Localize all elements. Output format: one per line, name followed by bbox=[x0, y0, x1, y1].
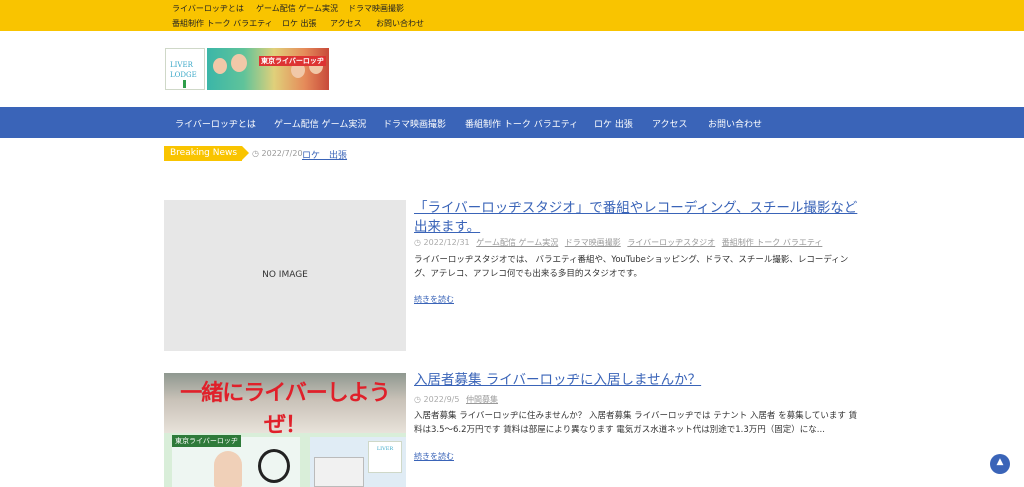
banner-text: 東京ライバーロッヂ bbox=[259, 56, 326, 66]
post-category[interactable]: 仲間募集 bbox=[466, 395, 498, 404]
logo-text-liver: LIVER bbox=[170, 61, 193, 69]
post-thumbnail[interactable]: 一緒にライバーしようぜ！ 東京ライバーロッヂ LIVER bbox=[164, 373, 406, 487]
clock-icon: ◷ bbox=[252, 149, 262, 158]
thumbnail-slogan: 一緒にライバーしようぜ！ bbox=[180, 381, 391, 438]
breaking-news-label: Breaking News bbox=[164, 146, 249, 161]
post-category[interactable]: ドラマ映画撮影 bbox=[565, 238, 621, 247]
top-menu-program[interactable]: 番組制作 トーク バラエティ bbox=[172, 18, 273, 29]
no-image-text: NO IMAGE bbox=[262, 270, 308, 280]
post-title[interactable]: 「ライバーロッヂスタジオ」で番組やレコーディング、スチール撮影など出来ます。 bbox=[414, 199, 864, 237]
breaking-news-text: Breaking News bbox=[164, 146, 242, 161]
post-category[interactable]: ゲーム配信 ゲーム実況 bbox=[476, 238, 558, 247]
ring-light-icon bbox=[258, 449, 290, 483]
house-icon bbox=[314, 457, 364, 487]
breaking-news-title[interactable]: ロケ 出張 bbox=[302, 148, 347, 161]
nav-item-contact[interactable]: お問い合わせ bbox=[708, 117, 762, 130]
clock-icon: ◷ bbox=[414, 395, 424, 404]
top-menu-about[interactable]: ライバーロッヂとは bbox=[172, 3, 244, 14]
site-logo[interactable]: LIVER LODGE bbox=[165, 48, 205, 90]
breaking-news-arrow bbox=[242, 146, 249, 160]
post-meta: ◷ 2022/9/5 仲間募集 bbox=[414, 394, 498, 405]
post-excerpt: 入居者募集 ライバーロッヂに住みませんか？ 入居者募集 ライバーロッヂでは テナ… bbox=[414, 411, 858, 435]
nav-item-program[interactable]: 番組制作 トーク バラエティ bbox=[465, 117, 578, 130]
top-menu-access[interactable]: アクセス bbox=[330, 18, 362, 29]
post-date: 2022/9/5 bbox=[423, 395, 460, 404]
read-more-link[interactable]: 続きを読む bbox=[414, 451, 454, 462]
nav-item-access[interactable]: アクセス bbox=[652, 117, 688, 130]
post-thumbnail[interactable]: NO IMAGE bbox=[164, 200, 406, 351]
top-menu-contact[interactable]: お問い合わせ bbox=[376, 18, 424, 29]
nav-item-drama[interactable]: ドラマ映画撮影 bbox=[383, 117, 446, 130]
thumbnail-tag: 東京ライバーロッヂ bbox=[172, 435, 241, 447]
banner-face bbox=[213, 58, 227, 74]
post-category[interactable]: ライバーロッヂスタジオ bbox=[627, 238, 715, 247]
top-bar: ライバーロッヂとは ゲーム配信 ゲーム実況 ドラマ映画撮影 番組制作 トーク バ… bbox=[0, 0, 1024, 31]
top-menu-drama[interactable]: ドラマ映画撮影 bbox=[348, 3, 404, 14]
breaking-news-date: ◷ 2022/7/20 bbox=[252, 149, 303, 158]
top-menu-location[interactable]: ロケ 出張 bbox=[282, 18, 317, 29]
header-banner[interactable]: 東京ライバーロッヂ bbox=[207, 48, 329, 90]
read-more-link[interactable]: 続きを読む bbox=[414, 294, 454, 305]
post-title[interactable]: 入居者募集 ライバーロッヂに入居しませんか？ bbox=[414, 371, 864, 390]
site-header: LIVER LODGE 東京ライバーロッヂ bbox=[0, 31, 1024, 107]
logo-mark bbox=[183, 80, 186, 88]
nav-item-game[interactable]: ゲーム配信 ゲーム実況 bbox=[274, 117, 366, 130]
mini-logo: LIVER bbox=[368, 441, 402, 473]
top-menu-game[interactable]: ゲーム配信 ゲーム実況 bbox=[256, 3, 338, 14]
thumbnail-person bbox=[214, 451, 242, 487]
post-excerpt: ライバーロッヂスタジオでは、 バラエティ番組や、YouTubeショッピング、ドラ… bbox=[414, 255, 849, 279]
chevron-up-icon: ▲ bbox=[996, 457, 1004, 467]
post-category[interactable]: 番組制作 トーク バラエティ bbox=[722, 238, 823, 247]
logo-text-lodge: LODGE bbox=[170, 71, 197, 79]
clock-icon: ◷ bbox=[414, 238, 424, 247]
post-date: 2022/12/31 bbox=[423, 238, 470, 247]
main-nav: ライバーロッヂとは ゲーム配信 ゲーム実況 ドラマ映画撮影 番組制作 トーク バ… bbox=[0, 107, 1024, 138]
banner-face bbox=[231, 54, 247, 72]
nav-item-location[interactable]: ロケ 出張 bbox=[594, 117, 633, 130]
back-to-top-button[interactable]: ▲ bbox=[990, 454, 1010, 474]
nav-item-about[interactable]: ライバーロッヂとは bbox=[175, 117, 256, 130]
post-meta: ◷ 2022/12/31 ゲーム配信 ゲーム実況 ドラマ映画撮影 ライバーロッヂ… bbox=[414, 237, 822, 248]
breaking-news-date-text: 2022/7/20 bbox=[261, 149, 303, 158]
